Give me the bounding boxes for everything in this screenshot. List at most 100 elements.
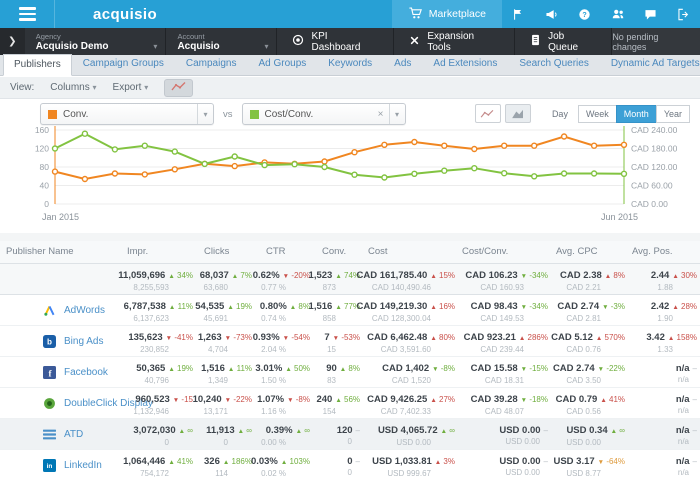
metric-2-select[interactable]: Cost/Conv. × ▾ bbox=[241, 103, 406, 125]
kpi-dashboard-button[interactable]: KPI Dashboard bbox=[277, 28, 395, 55]
marketplace-button[interactable]: Marketplace bbox=[391, 0, 502, 28]
chart-type-and-range: Day Week Month Year bbox=[471, 104, 690, 123]
job-queue-button[interactable]: Job Queue bbox=[515, 28, 613, 55]
metric-selectors: Conv. ▾ vs Cost/Conv. × ▾ bbox=[40, 103, 406, 125]
metric-2-value: Cost/Conv. bbox=[264, 108, 314, 120]
column-header-cost-conv-[interactable]: Cost/Conv. bbox=[462, 246, 508, 257]
chevron-down-icon: ▾ bbox=[144, 83, 149, 92]
publisher-link[interactable]: ATD bbox=[64, 429, 83, 440]
publisher-link[interactable]: Bing Ads bbox=[64, 336, 103, 347]
expand-chevron-icon[interactable]: ❯ bbox=[0, 28, 25, 55]
range-year-button[interactable]: Year bbox=[655, 104, 690, 123]
area-chart-type-button[interactable] bbox=[504, 104, 531, 123]
tab-keywords[interactable]: Keywords bbox=[317, 53, 383, 75]
marketplace-label: Marketplace bbox=[428, 8, 486, 20]
tab-campaign-groups[interactable]: Campaign Groups bbox=[72, 53, 175, 75]
sign-out-icon[interactable] bbox=[667, 0, 700, 28]
column-header-conv-[interactable]: Conv. bbox=[322, 246, 346, 257]
metric-cell: 0.80% ▲ 8% 0.74 % bbox=[259, 301, 310, 323]
chevron-down-icon: ▾ bbox=[264, 41, 269, 51]
metric-cell: 0.03% ▲ 103% 0.02 % bbox=[250, 456, 310, 478]
users-icon[interactable] bbox=[601, 0, 634, 28]
metric-cell: CAD 923.21 ▲ 286% CAD 239.44 bbox=[463, 332, 548, 354]
table-header-row: Publisher Name Impr. Clicks CTR Conv. Cost Cos… bbox=[0, 241, 700, 264]
svg-text:0: 0 bbox=[44, 199, 49, 209]
job-queue-label: Job Queue bbox=[548, 30, 579, 53]
flag-icon[interactable] bbox=[502, 0, 535, 28]
tab-dynamic-ad-targets[interactable]: Dynamic Ad Targets bbox=[600, 53, 700, 75]
agency-value: Acquisio Demo bbox=[35, 40, 109, 52]
table-row: in LinkedIn 1,064,446 ▲ 41% 754,172 326 ▲ 186%… bbox=[0, 450, 700, 479]
toggle-chart-button[interactable] bbox=[164, 78, 194, 97]
facebook-icon: f bbox=[42, 365, 56, 379]
range-day-button[interactable]: Day bbox=[544, 105, 576, 123]
metric-cell: 0–0 bbox=[347, 456, 360, 477]
chat-icon[interactable] bbox=[634, 0, 667, 28]
range-week-button[interactable]: Week bbox=[577, 104, 617, 123]
megaphone-icon[interactable] bbox=[535, 0, 568, 28]
tab-campaigns[interactable]: Campaigns bbox=[175, 53, 248, 75]
tab-search-queries[interactable]: Search Queries bbox=[508, 53, 599, 75]
publisher-link[interactable]: AdWords bbox=[64, 305, 105, 316]
tab-ads[interactable]: Ads bbox=[383, 53, 422, 75]
column-header-publisher-name[interactable]: Publisher Name bbox=[6, 246, 74, 257]
series-color-swatch bbox=[48, 109, 57, 119]
column-header-clicks[interactable]: Clicks bbox=[204, 246, 229, 257]
metric-cell: 1.07% ▼ -8% 1.16 % bbox=[257, 394, 310, 416]
metric-cell: CAD 2.74 ▼ -3% CAD 2.81 bbox=[557, 301, 625, 323]
metric-cell: 240 ▲ 56% 154 bbox=[316, 394, 360, 416]
metric-cell: 10,240 ▼ -22% 13,171 bbox=[192, 394, 252, 416]
help-icon[interactable]: ? bbox=[568, 0, 601, 28]
tab-ad-extensions[interactable]: Ad Extensions bbox=[422, 53, 508, 75]
remove-metric-icon[interactable]: × bbox=[373, 109, 389, 120]
column-header-ctr[interactable]: CTR bbox=[266, 246, 286, 257]
metric-cell: n/a – n/a bbox=[675, 456, 697, 477]
chevron-down-icon[interactable]: ▾ bbox=[388, 104, 405, 124]
chevron-down-icon[interactable]: ▾ bbox=[197, 104, 213, 124]
metric-1-value: Conv. bbox=[63, 108, 89, 120]
range-month-button[interactable]: Month bbox=[615, 104, 657, 123]
line-chart-type-button[interactable] bbox=[474, 104, 501, 123]
publisher-link[interactable]: LinkedIn bbox=[64, 460, 102, 471]
metric-cell: n/a – n/a bbox=[675, 425, 697, 446]
tab-publishers[interactable]: Publishers bbox=[3, 54, 72, 76]
metric-cell: CAD 2.74 ▼ -22% CAD 3.50 bbox=[552, 363, 625, 385]
agency-selector[interactable]: Agency Acquisio Demo ▾ bbox=[24, 28, 167, 55]
tools-icon bbox=[409, 35, 420, 49]
view-label: View: bbox=[10, 82, 35, 93]
expansion-tools-button[interactable]: Expansion Tools bbox=[394, 28, 516, 55]
svg-text:40: 40 bbox=[40, 181, 50, 191]
publisher-table: Publisher Name Impr. Clicks CTR Conv. Cost Cos… bbox=[0, 233, 700, 479]
metric-1-select[interactable]: Conv. ▾ bbox=[40, 103, 214, 125]
metric-cell: n/a – n/a bbox=[675, 363, 697, 384]
totals-row: 11,059,696 ▲ 34% 8,255,593 68,037 ▲ 7% 63,680… bbox=[0, 264, 700, 295]
export-dropdown[interactable]: Export ▾ bbox=[113, 82, 149, 93]
column-header-avg-pos-[interactable]: Avg. Pos. bbox=[632, 246, 673, 257]
svg-text:120: 120 bbox=[35, 144, 49, 154]
trend-chart[interactable]: 0 40 80 120 160 CAD 0.00 CAD 60.00 CAD 120.00 CA… bbox=[0, 124, 700, 233]
publisher-link[interactable]: Facebook bbox=[64, 367, 108, 378]
column-header-avg-cpc[interactable]: Avg. CPC bbox=[556, 246, 598, 257]
metric-cell: USD 0.00– USD 0.00 bbox=[499, 456, 548, 477]
metric-cell: USD 1,033.81 ▲ 3% USD 999.67 bbox=[372, 456, 455, 478]
columns-dropdown[interactable]: Columns ▾ bbox=[50, 82, 96, 93]
account-selector[interactable]: Account Acquisio ▾ bbox=[166, 28, 278, 55]
publisher-table-body: 11,059,696 ▲ 34% 8,255,593 68,037 ▲ 7% 63,680… bbox=[0, 264, 700, 479]
metric-cell: 1,523 ▲ 74% 873 bbox=[308, 270, 360, 292]
acquisio-logo: acquisio bbox=[93, 5, 158, 23]
atd-icon bbox=[42, 427, 56, 441]
metric-cell: CAD 5.12 ▲ 570% CAD 0.76 bbox=[551, 332, 625, 354]
metric-cell: 0.93% ▼ -54% 2.04 % bbox=[252, 332, 310, 354]
svg-text:CAD 180.00: CAD 180.00 bbox=[631, 144, 678, 154]
tab-ad-groups[interactable]: Ad Groups bbox=[247, 53, 317, 75]
table-row: ATD 3,072,030 ▲ ∞ 0 11,913 ▲ ∞ 0 0.39% ▲ ∞ 0.00 %… bbox=[0, 419, 700, 450]
metric-cell: CAD 39.28 ▼ -18% CAD 48.07 bbox=[470, 394, 548, 416]
svg-text:CAD 0.00: CAD 0.00 bbox=[631, 199, 668, 209]
table-row: DoubleClick Display 960,523 ▼ -15 1,132,946… bbox=[0, 388, 700, 419]
account-value: Acquisio bbox=[177, 40, 220, 52]
column-header-impr-[interactable]: Impr. bbox=[127, 246, 148, 257]
metric-cell: 50,365 ▲ 19% 40,796 bbox=[136, 363, 193, 385]
column-header-cost[interactable]: Cost bbox=[368, 246, 388, 257]
hamburger-menu-icon[interactable] bbox=[0, 0, 55, 28]
metric-cell: CAD 15.58 ▼ -15% CAD 18.31 bbox=[470, 363, 548, 385]
